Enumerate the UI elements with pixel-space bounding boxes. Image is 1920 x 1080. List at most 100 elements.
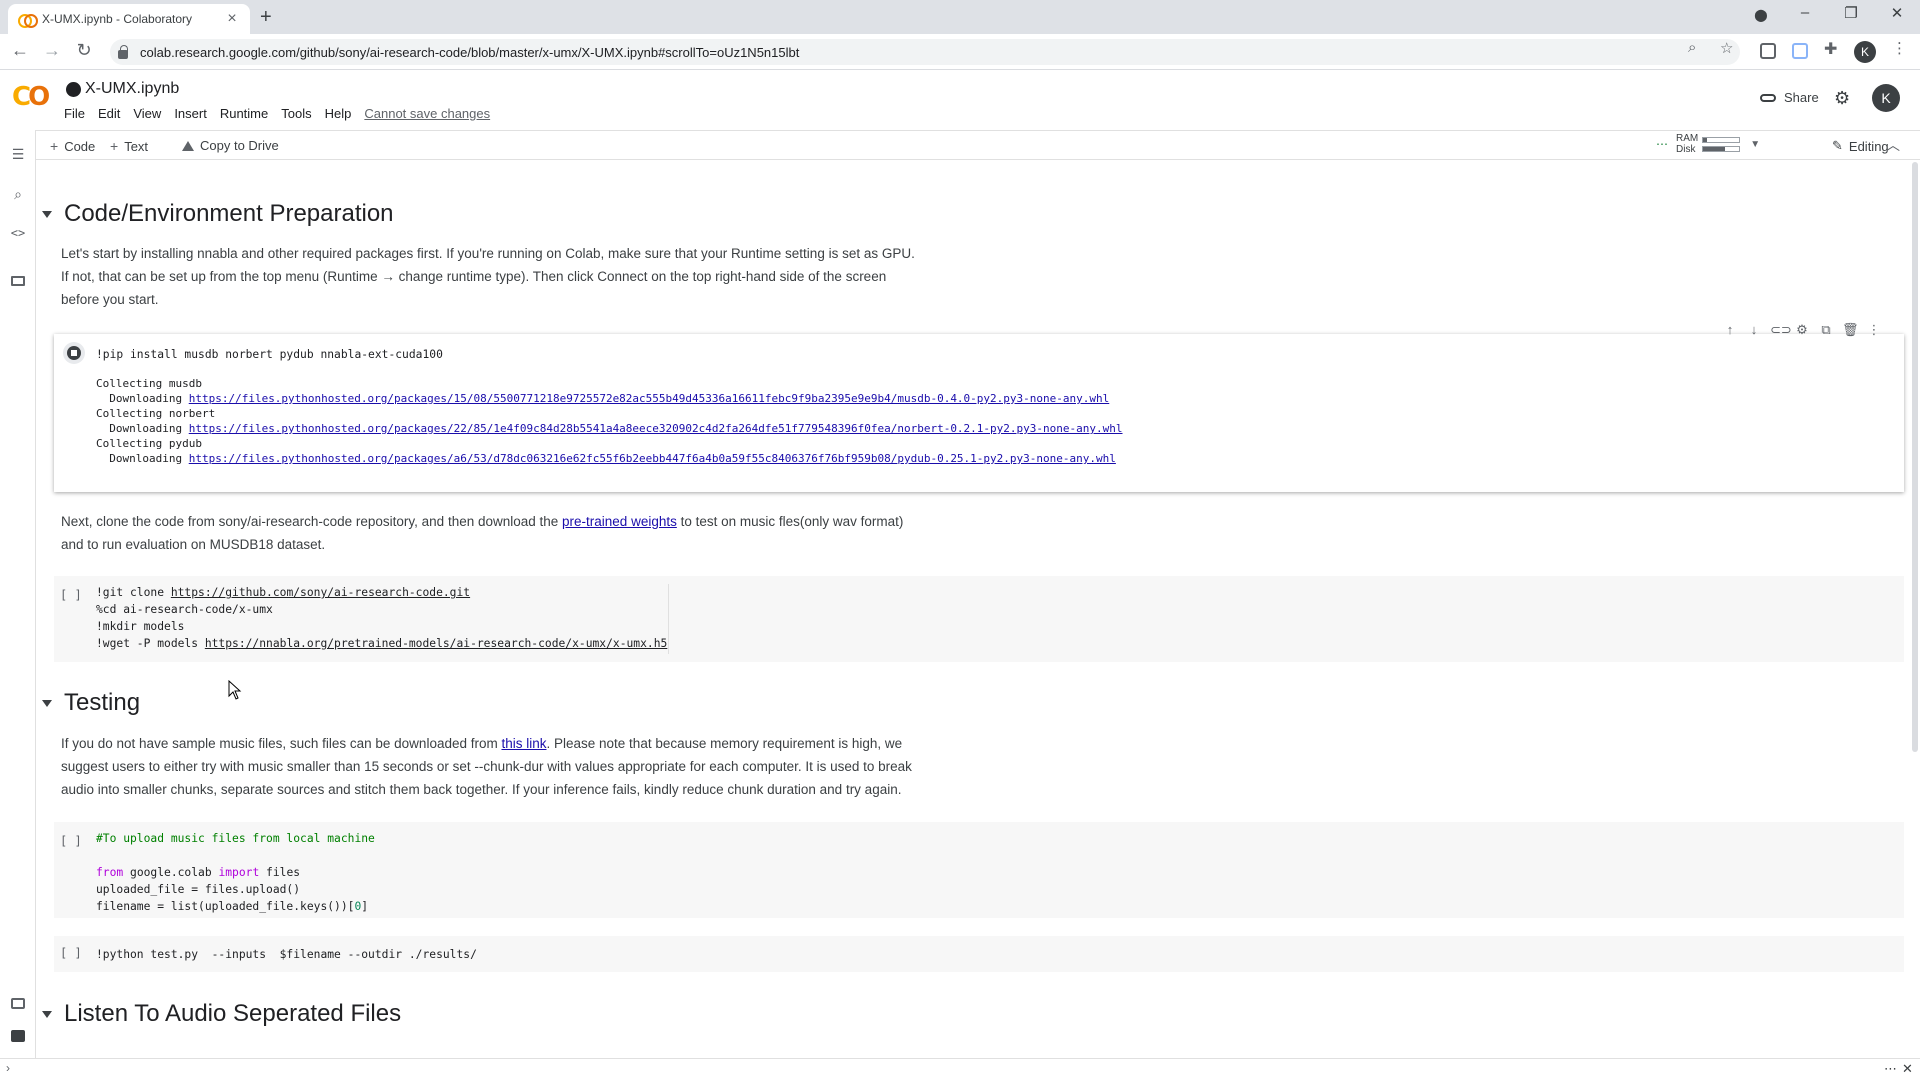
cell-run-button[interactable]: [ ] <box>60 946 82 960</box>
ram-bar <box>1702 136 1741 143</box>
add-text-label: Text <box>124 138 149 154</box>
code-cell-test[interactable]: [ ] !python test.py --inputs $filename -… <box>54 936 1904 972</box>
move-down-icon[interactable]: ↓ <box>1746 322 1762 338</box>
close-window-icon[interactable]: ✕ <box>1882 4 1912 22</box>
reload-icon[interactable]: ↻ <box>72 40 96 61</box>
close-tab-icon[interactable]: × <box>224 10 240 28</box>
share-button[interactable]: Share <box>1760 90 1819 105</box>
testing-line-3: audio into smaller chunks, separate sour… <box>61 782 902 797</box>
notebook-title-text: X-UMX.ipynb <box>85 80 180 97</box>
menu-help[interactable]: Help <box>325 106 352 121</box>
extension-icon[interactable] <box>1760 43 1776 59</box>
minimize-icon[interactable]: – <box>1790 4 1820 21</box>
notebook-content: Code/Environment Preparation Let's start… <box>36 160 1910 1060</box>
disk-label: Disk <box>1676 144 1696 155</box>
section-heading-testing: Testing <box>36 689 140 717</box>
share-label: Share <box>1784 90 1819 105</box>
cell-run-button[interactable]: [ ] <box>60 588 82 602</box>
move-up-icon[interactable]: ↑ <box>1722 322 1738 338</box>
output-line: Downloading https://files.pythonhosted.o… <box>96 422 1123 435</box>
colab-logo[interactable]: CO <box>12 82 50 112</box>
clone-paragraph: Next, clone the code from sony/ai-resear… <box>61 510 1001 556</box>
menu-insert[interactable]: Insert <box>174 106 207 121</box>
folder-icon[interactable] <box>11 276 25 286</box>
ram-fill <box>1703 137 1707 142</box>
notebook-title[interactable]: X-UMX.ipynb <box>66 80 179 98</box>
intro-line-2: If not, that can be set up from the top … <box>61 269 887 284</box>
collapse-section-icon[interactable] <box>42 210 52 218</box>
tab-search-icon[interactable]: ⬤ <box>1746 8 1776 22</box>
back-icon[interactable]: ← <box>8 40 32 61</box>
code-cell-git-clone[interactable]: [ ] !git clone https://github.com/sony/a… <box>54 576 1904 662</box>
forward-icon[interactable]: → <box>40 40 64 61</box>
code-test[interactable]: !python test.py --inputs $filename --out… <box>96 946 477 963</box>
collapse-section-icon[interactable] <box>42 699 52 707</box>
puzzle-extensions-icon[interactable]: ✚ <box>1824 39 1837 59</box>
output-link-musdb[interactable]: https://files.pythonhosted.org/packages/… <box>189 392 1110 405</box>
section-heading-listen: Listen To Audio Seperated Files <box>36 1000 401 1028</box>
this-link[interactable]: this link <box>501 736 546 751</box>
browser-toolbar: ← → ↻ colab.research.google.com/github/s… <box>0 34 1920 70</box>
notebook-toolbar: + Code + Text Copy to Drive ⋯ RAM Disk ▼… <box>36 130 1920 160</box>
code-pip-install[interactable]: !pip install musdb norbert pydub nnabla-… <box>96 346 443 363</box>
code-snippets-icon[interactable]: <> <box>10 226 26 240</box>
status-more-icon[interactable]: ⋯ <box>1884 1061 1897 1077</box>
output-line: Collecting musdb <box>96 377 202 390</box>
mirror-cell-icon[interactable]: ⧉ <box>1818 322 1834 338</box>
colab-header: CO X-UMX.ipynb File Edit View Insert Run… <box>0 70 1920 130</box>
search-icon[interactable]: ⌕ <box>10 186 26 203</box>
code-upload[interactable]: #To upload music files from local machin… <box>96 830 375 915</box>
browser-menu-icon[interactable]: ⋮ <box>1892 39 1907 57</box>
output-link-pydub[interactable]: https://files.pythonhosted.org/packages/… <box>189 452 1116 465</box>
menu-edit[interactable]: Edit <box>98 106 120 121</box>
cell-run-button[interactable]: [ ] <box>60 834 82 848</box>
menu-tools[interactable]: Tools <box>281 106 311 121</box>
code-cell-upload[interactable]: [ ] #To upload music files from local ma… <box>54 822 1904 918</box>
collapse-section-icon[interactable] <box>42 1010 52 1018</box>
browser-tab[interactable]: X-UMX.ipynb - Colaboratory × <box>8 4 250 34</box>
resource-monitor[interactable]: ⋯ RAM Disk ▼ <box>1656 133 1760 155</box>
link-icon <box>1760 93 1776 102</box>
ram-label: RAM <box>1676 133 1699 144</box>
pretrained-weights-link[interactable]: pre-trained weights <box>562 514 677 529</box>
bookmark-star-icon[interactable]: ☆ <box>1720 39 1733 57</box>
link-cell-icon[interactable]: ⊂⊃ <box>1770 322 1792 338</box>
command-palette-icon[interactable] <box>11 998 25 1009</box>
gear-icon[interactable]: ⚙ <box>1834 88 1850 109</box>
address-bar[interactable]: colab.research.google.com/github/sony/ai… <box>110 39 1740 65</box>
restore-icon[interactable]: ❐ <box>1836 4 1866 22</box>
cell-settings-icon[interactable]: ⚙ <box>1794 322 1810 338</box>
add-text-cell-button[interactable]: + Text <box>110 138 148 154</box>
editing-mode-button[interactable]: ✎ Editing <box>1832 138 1889 154</box>
notebook-scrollbar[interactable] <box>1910 160 1920 1060</box>
table-of-contents-icon[interactable]: ☰ <box>10 146 26 163</box>
cannot-save-link[interactable]: Cannot save changes <box>364 106 490 121</box>
status-caret-icon: › <box>6 1061 10 1075</box>
cell-toolbar: ↑ ↓ ⊂⊃ ⚙ ⧉ 🗑 ⋮ <box>1722 322 1882 338</box>
menu-runtime[interactable]: Runtime <box>220 106 268 121</box>
terminal-icon[interactable] <box>11 1030 25 1042</box>
status-close-icon[interactable]: ✕ <box>1902 1061 1913 1077</box>
delete-cell-icon[interactable]: 🗑 <box>1842 322 1859 338</box>
menu-file[interactable]: File <box>64 106 85 121</box>
reader-extension-icon[interactable] <box>1792 43 1808 59</box>
more-options-icon[interactable]: ⋮ <box>1866 322 1882 338</box>
plus-icon: + <box>110 138 119 154</box>
stop-execution-button[interactable] <box>63 342 85 364</box>
copy-to-drive-label: Copy to Drive <box>200 138 279 153</box>
collapse-header-icon[interactable]: ︿ <box>1886 135 1900 155</box>
section-heading-environment: Code/Environment Preparation <box>36 200 394 228</box>
add-code-cell-button[interactable]: + Code <box>50 138 95 154</box>
copy-to-drive-button[interactable]: Copy to Drive <box>182 138 279 153</box>
menu-view[interactable]: View <box>133 106 161 121</box>
avatar[interactable]: K <box>1872 84 1900 112</box>
code-git-clone[interactable]: !git clone https://github.com/sony/ai-re… <box>96 584 667 652</box>
browser-profile-avatar[interactable]: K <box>1854 41 1876 63</box>
scrollbar-thumb[interactable] <box>1912 162 1918 752</box>
connected-check-icon: ⋯ <box>1656 137 1668 151</box>
zoom-icon[interactable]: ⌕ <box>1688 39 1696 56</box>
chevron-down-icon[interactable]: ▼ <box>1750 139 1760 150</box>
new-tab-icon[interactable]: + <box>260 6 272 29</box>
code-cell-pip-install[interactable]: !pip install musdb norbert pydub nnabla-… <box>54 334 1904 492</box>
output-link-norbert[interactable]: https://files.pythonhosted.org/packages/… <box>189 422 1123 435</box>
